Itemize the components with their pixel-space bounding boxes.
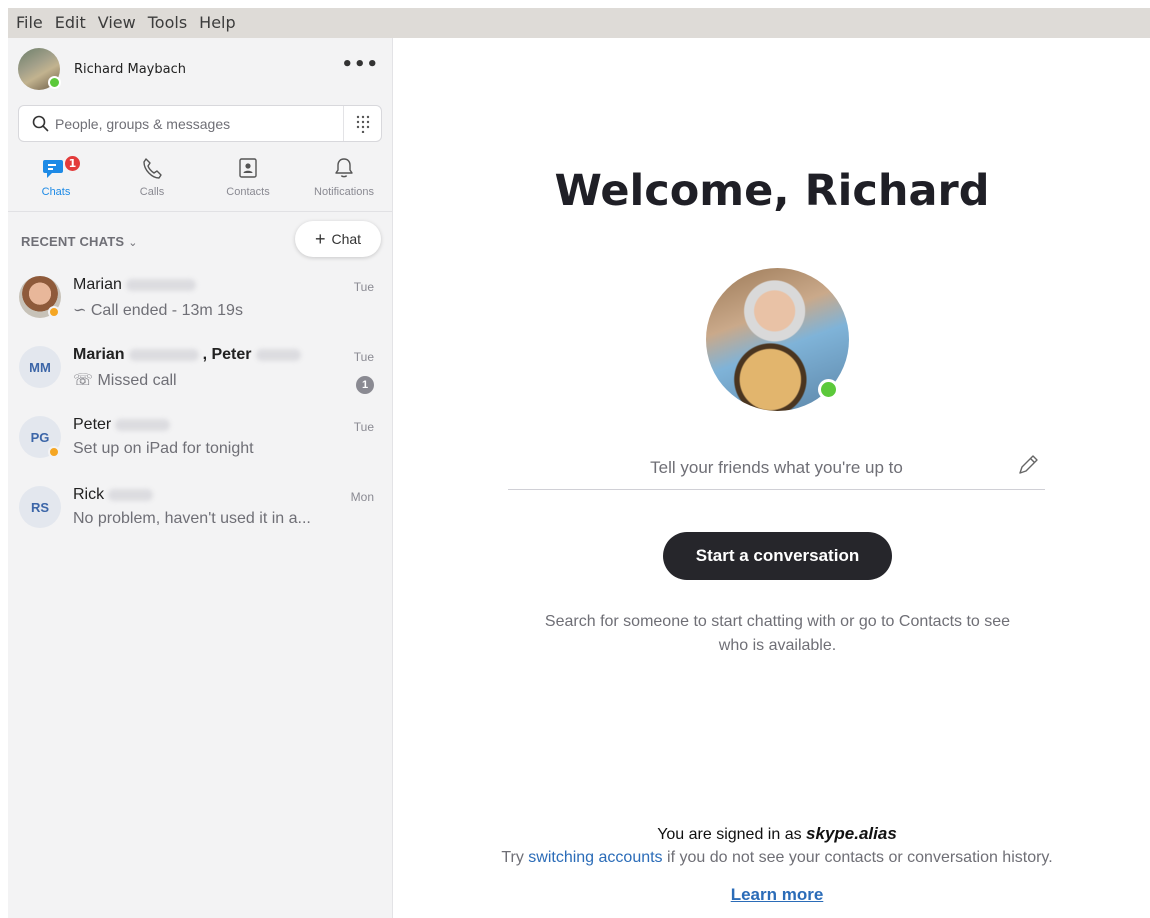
learn-more-link[interactable]: Learn more <box>394 885 1150 905</box>
menu-help[interactable]: Help <box>193 8 241 38</box>
avatar: MM <box>19 346 61 388</box>
dialpad-button[interactable] <box>343 106 381 141</box>
chat-name: Marian <box>73 276 200 294</box>
phone-icon <box>142 153 162 183</box>
redacted-text <box>108 488 154 501</box>
avatar[interactable] <box>18 48 61 90</box>
new-chat-button[interactable]: + Chat <box>295 221 381 257</box>
menu-tools[interactable]: Tools <box>142 8 193 38</box>
online-status-indicator <box>48 76 61 89</box>
tab-notifications[interactable]: Notifications <box>296 153 392 211</box>
tab-label: Contacts <box>226 186 270 198</box>
divider <box>8 211 392 212</box>
redacted-text <box>115 418 171 431</box>
account-alias: skype.alias <box>806 824 897 843</box>
signed-in-text: You are signed in as skype.alias <box>657 824 897 843</box>
search-bar[interactable] <box>18 105 382 142</box>
list-item[interactable]: Marian ∽ Call ended - 13m 19s Tue <box>8 264 392 334</box>
list-item[interactable]: RS Rick No problem, haven't used it in a… <box>8 474 392 544</box>
list-item[interactable]: PG Peter Set up on iPad for tonight Tue <box>8 404 392 474</box>
chat-name: Marian, Peter <box>73 346 305 364</box>
unread-badge: 1 <box>63 154 82 173</box>
chat-preview: ☏ Missed call <box>73 372 177 389</box>
switch-accounts-text: Try switching accounts if you do not see… <box>501 849 1053 866</box>
tab-calls[interactable]: Calls <box>104 153 200 211</box>
chat-name: Peter <box>73 416 174 434</box>
chevron-down-icon: ⌄ <box>128 237 138 249</box>
chat-date: Tue <box>353 280 374 294</box>
mood-message-field[interactable]: Tell your friends what you're up to <box>508 446 1045 490</box>
contacts-icon <box>238 153 258 183</box>
menu-view[interactable]: View <box>92 8 142 38</box>
new-chat-label: Chat <box>331 231 362 247</box>
call-ended-icon: ∽ <box>73 302 87 319</box>
pencil-icon[interactable] <box>1015 452 1041 482</box>
profile-header[interactable]: Richard Maybach ••• <box>18 47 383 91</box>
tab-label: Notifications <box>314 186 374 198</box>
away-status-indicator <box>48 446 60 458</box>
avatar: RS <box>19 486 61 528</box>
missed-call-icon: ☏ <box>73 372 94 389</box>
switch-accounts-link[interactable]: switching accounts <box>528 849 662 866</box>
tab-label: Calls <box>139 186 165 198</box>
profile-name: Richard Maybach <box>74 61 186 77</box>
page-title: Welcome, Richard <box>554 166 990 216</box>
list-item[interactable]: MM Marian, Peter ☏ Missed call Tue 1 <box>8 334 392 404</box>
menu-bar: File Edit View Tools Help <box>8 8 1150 38</box>
menu-file[interactable]: File <box>8 8 49 38</box>
redacted-text <box>128 348 199 361</box>
chat-preview: ∽ Call ended - 13m 19s <box>73 302 243 319</box>
recent-chats-label: RECENT CHATS <box>21 234 125 249</box>
nav-tabs: 1 Chats Calls Contacts Notifications <box>8 153 392 211</box>
redacted-text <box>255 348 301 361</box>
redacted-text <box>125 278 196 291</box>
chat-preview: Set up on iPad for tonight <box>73 440 254 457</box>
tab-contacts[interactable]: Contacts <box>200 153 296 211</box>
chat-date: Mon <box>350 490 374 504</box>
tab-chats[interactable]: 1 Chats <box>8 153 104 211</box>
start-conversation-button[interactable]: Start a conversation <box>663 532 892 580</box>
dialpad-icon <box>356 115 369 133</box>
away-status-indicator <box>48 306 60 318</box>
search-input[interactable] <box>55 115 340 132</box>
menu-edit[interactable]: Edit <box>49 8 92 38</box>
chat-date: Tue <box>353 350 374 364</box>
mood-placeholder: Tell your friends what you're up to <box>650 458 903 477</box>
search-icon <box>25 106 55 141</box>
tab-label: Chats <box>41 186 71 198</box>
main-pane: Welcome, Richard Tell your friends what … <box>394 38 1150 918</box>
chat-date: Tue <box>353 420 374 434</box>
plus-icon: + <box>314 229 326 249</box>
chat-preview: No problem, haven't used it in a... <box>73 510 311 527</box>
recent-chats-header[interactable]: RECENT CHATS ⌄ <box>21 234 138 249</box>
chat-list: Marian ∽ Call ended - 13m 19s Tue MM Mar… <box>8 264 392 544</box>
more-options-button[interactable]: ••• <box>341 55 379 75</box>
unread-count-badge: 1 <box>356 376 374 394</box>
sidebar: Richard Maybach ••• 1 Chats Calls <box>8 38 393 918</box>
hint-text: Search for someone to start chatting wit… <box>544 613 1011 654</box>
online-status-indicator <box>818 379 839 400</box>
bell-icon <box>334 153 354 183</box>
chat-name: Rick <box>73 486 157 504</box>
